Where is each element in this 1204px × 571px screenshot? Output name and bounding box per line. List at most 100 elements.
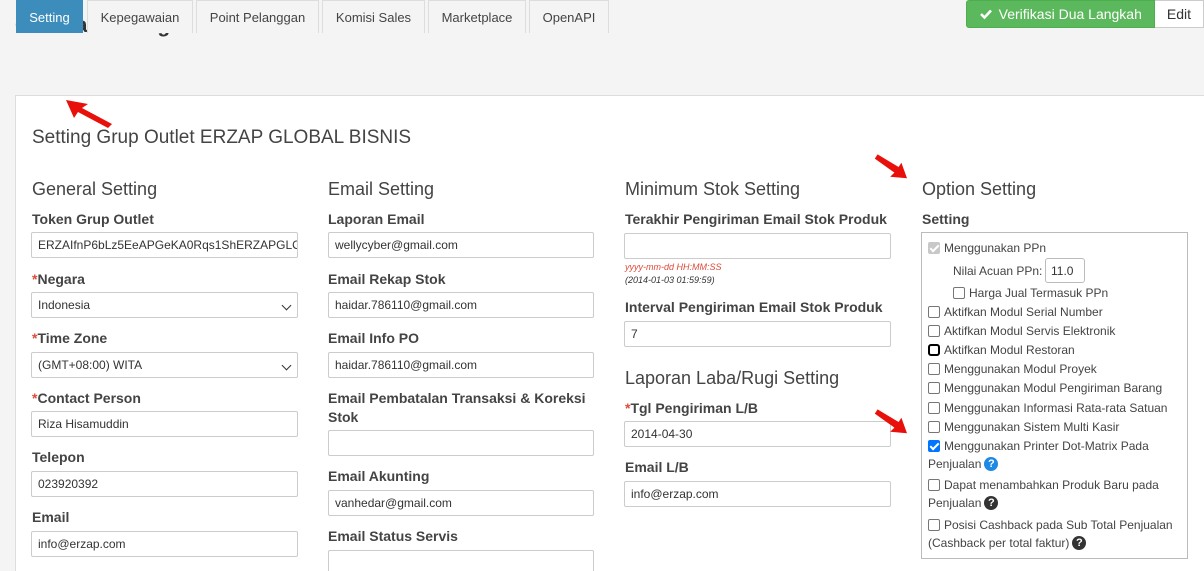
email-label: Email: [32, 509, 70, 525]
option-servis[interactable]: Aktifkan Modul Servis Elektronik: [928, 324, 1115, 338]
minstok-title: Minimum Stok Setting: [625, 179, 801, 199]
interval-input[interactable]: 7: [624, 321, 891, 347]
option-dotmatrix[interactable]: Menggunakan Printer Dot-Matrix Pada: [928, 439, 1149, 453]
option-proyek[interactable]: Menggunakan Modul Proyek: [928, 362, 1097, 376]
ratarata-label: Menggunakan Informasi Rata-rata Satuan: [944, 401, 1168, 415]
email-input[interactable]: info@erzap.com: [31, 531, 298, 557]
pengiriman-label: Menggunakan Modul Pengiriman Barang: [944, 381, 1163, 395]
produkbaru-label-2: Penjualan: [928, 496, 982, 510]
akunting-input[interactable]: vanhedar@gmail.com: [328, 490, 594, 516]
tab-marketplace[interactable]: Marketplace: [428, 0, 526, 33]
nilai-ppn-input[interactable]: 11.0: [1045, 258, 1085, 283]
timezone-select[interactable]: (GMT+08:00) WITA: [31, 352, 298, 378]
cashback-label-2: (Cashback per total faktur): [928, 536, 1070, 550]
akunting-label: Email Akunting: [328, 468, 430, 484]
edit-button[interactable]: Edit: [1154, 0, 1204, 28]
cashback-label: Posisi Cashback pada Sub Total Penjualan: [944, 518, 1173, 532]
serial-checkbox[interactable]: [928, 306, 940, 318]
red-arrow-icon: [66, 100, 112, 128]
multikasir-label: Menggunakan Sistem Multi Kasir: [944, 420, 1120, 434]
tab-point-pelanggan[interactable]: Point Pelanggan: [196, 0, 319, 33]
top-actions: Verifikasi Dua Langkah Edit: [965, 0, 1204, 28]
pembatalan-label: Email Pembatalan Transaksi & Koreksi: [328, 390, 586, 406]
cashback-checkbox[interactable]: [928, 519, 940, 531]
token-input[interactable]: ERZAIfnP6bLz5EeAPGeKA0Rqs1ShERZAPGLO: [31, 232, 298, 258]
email-setting-title: Email Setting: [328, 179, 435, 199]
dotmatrix-label: Menggunakan Printer Dot-Matrix Pada: [944, 439, 1149, 453]
tgl-lb-input[interactable]: 2014-04-30: [624, 421, 891, 447]
servis-checkbox[interactable]: [928, 325, 940, 337]
timezone-label: *Time Zone: [32, 330, 107, 346]
multikasir-checkbox[interactable]: [928, 421, 940, 433]
negara-label: *Negara: [32, 271, 85, 287]
tab-bar: [15, 63, 1204, 96]
contact-label-text: Contact Person: [37, 390, 141, 406]
restoran-label: Aktifkan Modul Restoran: [944, 343, 1075, 357]
proyek-label: Menggunakan Modul Proyek: [944, 362, 1097, 376]
option-restoran[interactable]: Aktifkan Modul Restoran: [928, 343, 1075, 357]
tab-setting[interactable]: Setting: [16, 0, 83, 33]
check-icon: [979, 9, 992, 20]
restoran-checkbox[interactable]: [928, 344, 940, 356]
ratarata-checkbox[interactable]: [928, 402, 940, 414]
telepon-input[interactable]: 023920392: [31, 471, 298, 497]
help-icon[interactable]: ?: [984, 457, 999, 471]
date-format-hint: yyyy-mm-dd HH:MM:SS: [625, 262, 722, 272]
contact-label: *Contact Person: [32, 390, 141, 406]
pembatalan-input[interactable]: [328, 430, 594, 456]
general-setting-title: General Setting: [32, 179, 158, 199]
token-label: Token Grup Outlet: [32, 211, 154, 227]
tab-komisi-sales[interactable]: Komisi Sales: [322, 0, 425, 33]
verifikasi-label: Verifikasi Dua Langkah: [998, 6, 1142, 22]
email-lb-label: Email L/B: [625, 459, 689, 475]
ppn-checkbox[interactable]: [928, 242, 940, 254]
help-icon[interactable]: ?: [984, 496, 999, 510]
serial-label: Aktifkan Modul Serial Number: [944, 305, 1103, 319]
option-ratarata[interactable]: Menggunakan Informasi Rata-rata Satuan: [928, 401, 1167, 415]
status-servis-input[interactable]: [328, 550, 594, 571]
cashback-label-cont: (Cashback per total faktur)?: [928, 536, 1087, 550]
harga-jual-label: Harga Jual Termasuk PPn: [969, 286, 1109, 300]
laporan-email-input[interactable]: wellycyber@gmail.com: [328, 232, 594, 258]
pengiriman-checkbox[interactable]: [928, 382, 940, 394]
nilai-ppn-label: Nilai Acuan PPn:: [953, 264, 1043, 278]
option-ppn[interactable]: Menggunakan PPn: [928, 241, 1046, 255]
option-pengiriman[interactable]: Menggunakan Modul Pengiriman Barang: [928, 381, 1162, 395]
ppn-label: Menggunakan PPn: [944, 241, 1047, 255]
interval-label: Interval Pengiriman Email Stok Produk: [625, 299, 883, 315]
rekap-stok-input[interactable]: haidar.786110@gmail.com: [328, 292, 594, 318]
timezone-value: (GMT+08:00) WITA: [38, 358, 143, 372]
negara-select[interactable]: Indonesia: [31, 292, 298, 318]
date-example-hint: (2014-01-03 01:59:59): [625, 275, 715, 285]
dotmatrix-checkbox[interactable]: [928, 440, 940, 452]
option-multikasir[interactable]: Menggunakan Sistem Multi Kasir: [928, 420, 1119, 434]
produkbaru-checkbox[interactable]: [928, 479, 940, 491]
negara-value: Indonesia: [38, 298, 91, 312]
verifikasi-dua-langkah-button[interactable]: Verifikasi Dua Langkah: [965, 0, 1155, 28]
option-harga-jual[interactable]: Harga Jual Termasuk PPn: [953, 286, 1108, 300]
proyek-checkbox[interactable]: [928, 363, 940, 375]
laporan-email-label: Laporan Email: [328, 211, 425, 227]
tgl-lb-label-text: Tgl Pengiriman L/B: [630, 400, 759, 416]
terakhir-input[interactable]: [624, 233, 891, 259]
option-serial[interactable]: Aktifkan Modul Serial Number: [928, 305, 1103, 319]
option-cashback[interactable]: Posisi Cashback pada Sub Total Penjualan: [928, 518, 1173, 532]
red-arrow-icon: [874, 409, 907, 434]
status-servis-label: Email Status Servis: [328, 528, 458, 544]
terakhir-label: Terakhir Pengiriman Email Stok Produk: [625, 211, 887, 227]
info-po-input[interactable]: haidar.786110@gmail.com: [328, 352, 594, 378]
servis-label: Aktifkan Modul Servis Elektronik: [944, 324, 1116, 338]
produkbaru-label-cont: Penjualan?: [928, 496, 999, 510]
harga-jual-checkbox[interactable]: [953, 287, 965, 299]
dotmatrix-label-cont: Penjualan?: [928, 457, 999, 471]
option-produkbaru[interactable]: Dapat menambahkan Produk Baru pada: [928, 478, 1159, 492]
labarugi-title: Laporan Laba/Rugi Setting: [625, 368, 840, 388]
tab-kepegawaian[interactable]: Kepegawaian: [87, 0, 193, 33]
contact-input[interactable]: Riza Hisamuddin: [31, 411, 298, 437]
red-arrow-icon: [874, 154, 907, 179]
help-icon[interactable]: ?: [1072, 536, 1087, 550]
info-po-label: Email Info PO: [328, 330, 420, 346]
group-title: Setting Grup Outlet ERZAP GLOBAL BISNIS: [32, 127, 412, 148]
email-lb-input[interactable]: info@erzap.com: [624, 481, 891, 507]
tab-openapi[interactable]: OpenAPI: [529, 0, 609, 33]
